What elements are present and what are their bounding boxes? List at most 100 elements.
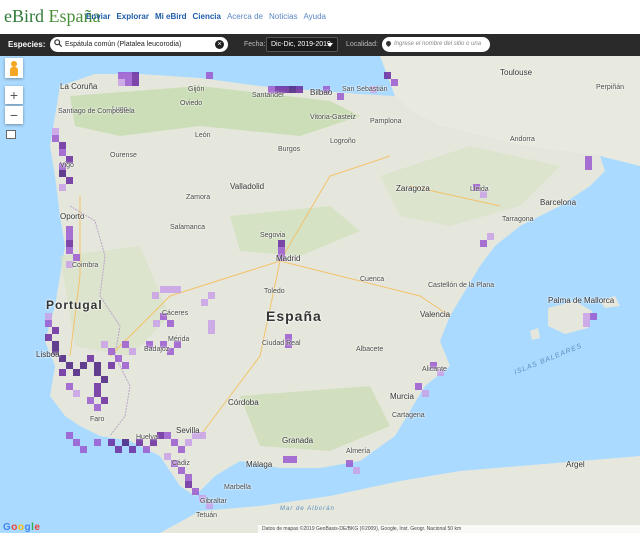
observation-cell[interactable] — [73, 390, 80, 397]
zoom-in-button[interactable]: + — [5, 86, 23, 104]
observation-cell[interactable] — [45, 313, 52, 320]
observation-cell[interactable] — [178, 446, 185, 453]
observation-cell[interactable] — [415, 383, 422, 390]
observation-cell[interactable] — [480, 240, 487, 247]
observation-cell[interactable] — [185, 439, 192, 446]
observation-cell[interactable] — [52, 135, 59, 142]
observation-cell[interactable] — [94, 362, 101, 369]
observation-cell[interactable] — [80, 362, 87, 369]
observation-cell[interactable] — [94, 390, 101, 397]
observation-cell[interactable] — [45, 334, 52, 341]
zoom-out-button[interactable]: − — [5, 106, 23, 124]
observation-cell[interactable] — [132, 72, 139, 79]
observation-cell[interactable] — [164, 432, 171, 439]
observation-cell[interactable] — [66, 226, 73, 233]
observation-cell[interactable] — [52, 341, 59, 348]
observation-cell[interactable] — [66, 177, 73, 184]
observation-cell[interactable] — [73, 439, 80, 446]
observation-cell[interactable] — [101, 376, 108, 383]
observation-cell[interactable] — [80, 446, 87, 453]
nav-acerca-de[interactable]: Acerca de — [227, 12, 263, 21]
observation-cell[interactable] — [101, 341, 108, 348]
observation-cell[interactable] — [152, 292, 159, 299]
observation-cell[interactable] — [585, 163, 592, 170]
observation-cell[interactable] — [101, 397, 108, 404]
observation-cell[interactable] — [129, 446, 136, 453]
date-select[interactable]: Dic-Dic, 2019-2019 — [266, 37, 338, 52]
observation-cell[interactable] — [59, 184, 66, 191]
observation-cell[interactable] — [290, 456, 297, 463]
observation-cell[interactable] — [59, 142, 66, 149]
observation-cell[interactable] — [167, 320, 174, 327]
observation-cell[interactable] — [192, 488, 199, 495]
observation-cell[interactable] — [115, 355, 122, 362]
observation-cell[interactable] — [185, 474, 192, 481]
observation-cell[interactable] — [94, 369, 101, 376]
observation-cell[interactable] — [118, 79, 125, 86]
clear-icon[interactable]: × — [215, 40, 224, 49]
observation-cell[interactable] — [283, 456, 290, 463]
street-view-pegman-icon[interactable] — [5, 58, 23, 78]
observation-cell[interactable] — [346, 460, 353, 467]
observation-cell[interactable] — [185, 481, 192, 488]
observation-cell[interactable] — [59, 369, 66, 376]
observation-cell[interactable] — [167, 286, 174, 293]
nav-ciencia[interactable]: Ciencia — [193, 12, 221, 21]
observation-cell[interactable] — [132, 79, 139, 86]
observation-cell[interactable] — [94, 439, 101, 446]
observation-cell[interactable] — [208, 292, 215, 299]
observation-cell[interactable] — [66, 383, 73, 390]
observation-cell[interactable] — [422, 390, 429, 397]
observation-cell[interactable] — [59, 355, 66, 362]
observation-cell[interactable] — [583, 313, 590, 320]
observation-cell[interactable] — [122, 362, 129, 369]
observation-cell[interactable] — [384, 72, 391, 79]
observation-cell[interactable] — [206, 72, 213, 79]
observation-cell[interactable] — [52, 327, 59, 334]
observation-cell[interactable] — [153, 320, 160, 327]
observation-cell[interactable] — [66, 432, 73, 439]
observation-cell[interactable] — [337, 93, 344, 100]
observation-cell[interactable] — [108, 439, 115, 446]
observation-cell[interactable] — [171, 439, 178, 446]
observation-cell[interactable] — [164, 453, 171, 460]
reset-view-icon[interactable] — [6, 130, 16, 139]
observation-cell[interactable] — [391, 79, 398, 86]
observation-cell[interactable] — [122, 341, 129, 348]
observation-cell[interactable] — [590, 313, 597, 320]
nav-explorar[interactable]: Explorar — [116, 12, 148, 21]
observation-cell[interactable] — [108, 362, 115, 369]
observation-cell[interactable] — [157, 432, 164, 439]
observation-cell[interactable] — [585, 156, 592, 163]
observation-cell[interactable] — [296, 86, 303, 93]
observation-cell[interactable] — [66, 247, 73, 254]
observation-cell[interactable] — [94, 383, 101, 390]
observation-cell[interactable] — [94, 404, 101, 411]
observation-cell[interactable] — [108, 348, 115, 355]
observation-cell[interactable] — [125, 79, 132, 86]
observation-cell[interactable] — [199, 432, 206, 439]
observation-cell[interactable] — [278, 240, 285, 247]
observation-cell[interactable] — [66, 240, 73, 247]
observation-cell[interactable] — [353, 467, 360, 474]
observation-cell[interactable] — [115, 446, 122, 453]
observation-cell[interactable] — [73, 369, 80, 376]
observation-cell[interactable] — [174, 286, 181, 293]
observation-cell[interactable] — [208, 320, 215, 327]
observation-cell[interactable] — [278, 247, 285, 254]
observation-cell[interactable] — [66, 233, 73, 240]
observation-cell[interactable] — [59, 170, 66, 177]
nav-noticias[interactable]: Noticias — [269, 12, 297, 21]
observation-cell[interactable] — [208, 327, 215, 334]
observation-cell[interactable] — [118, 72, 125, 79]
observation-cell[interactable] — [87, 355, 94, 362]
observation-cell[interactable] — [178, 467, 185, 474]
observation-cell[interactable] — [87, 397, 94, 404]
species-input[interactable]: Espátula común (Platalea leucorodia) × — [50, 37, 228, 52]
nav-mi-ebird[interactable]: Mi eBird — [155, 12, 187, 21]
observation-cell[interactable] — [160, 286, 167, 293]
observation-cell[interactable] — [122, 439, 129, 446]
observation-cell[interactable] — [59, 149, 66, 156]
nav-ayuda[interactable]: Ayuda — [303, 12, 326, 21]
observation-cell[interactable] — [289, 86, 296, 93]
